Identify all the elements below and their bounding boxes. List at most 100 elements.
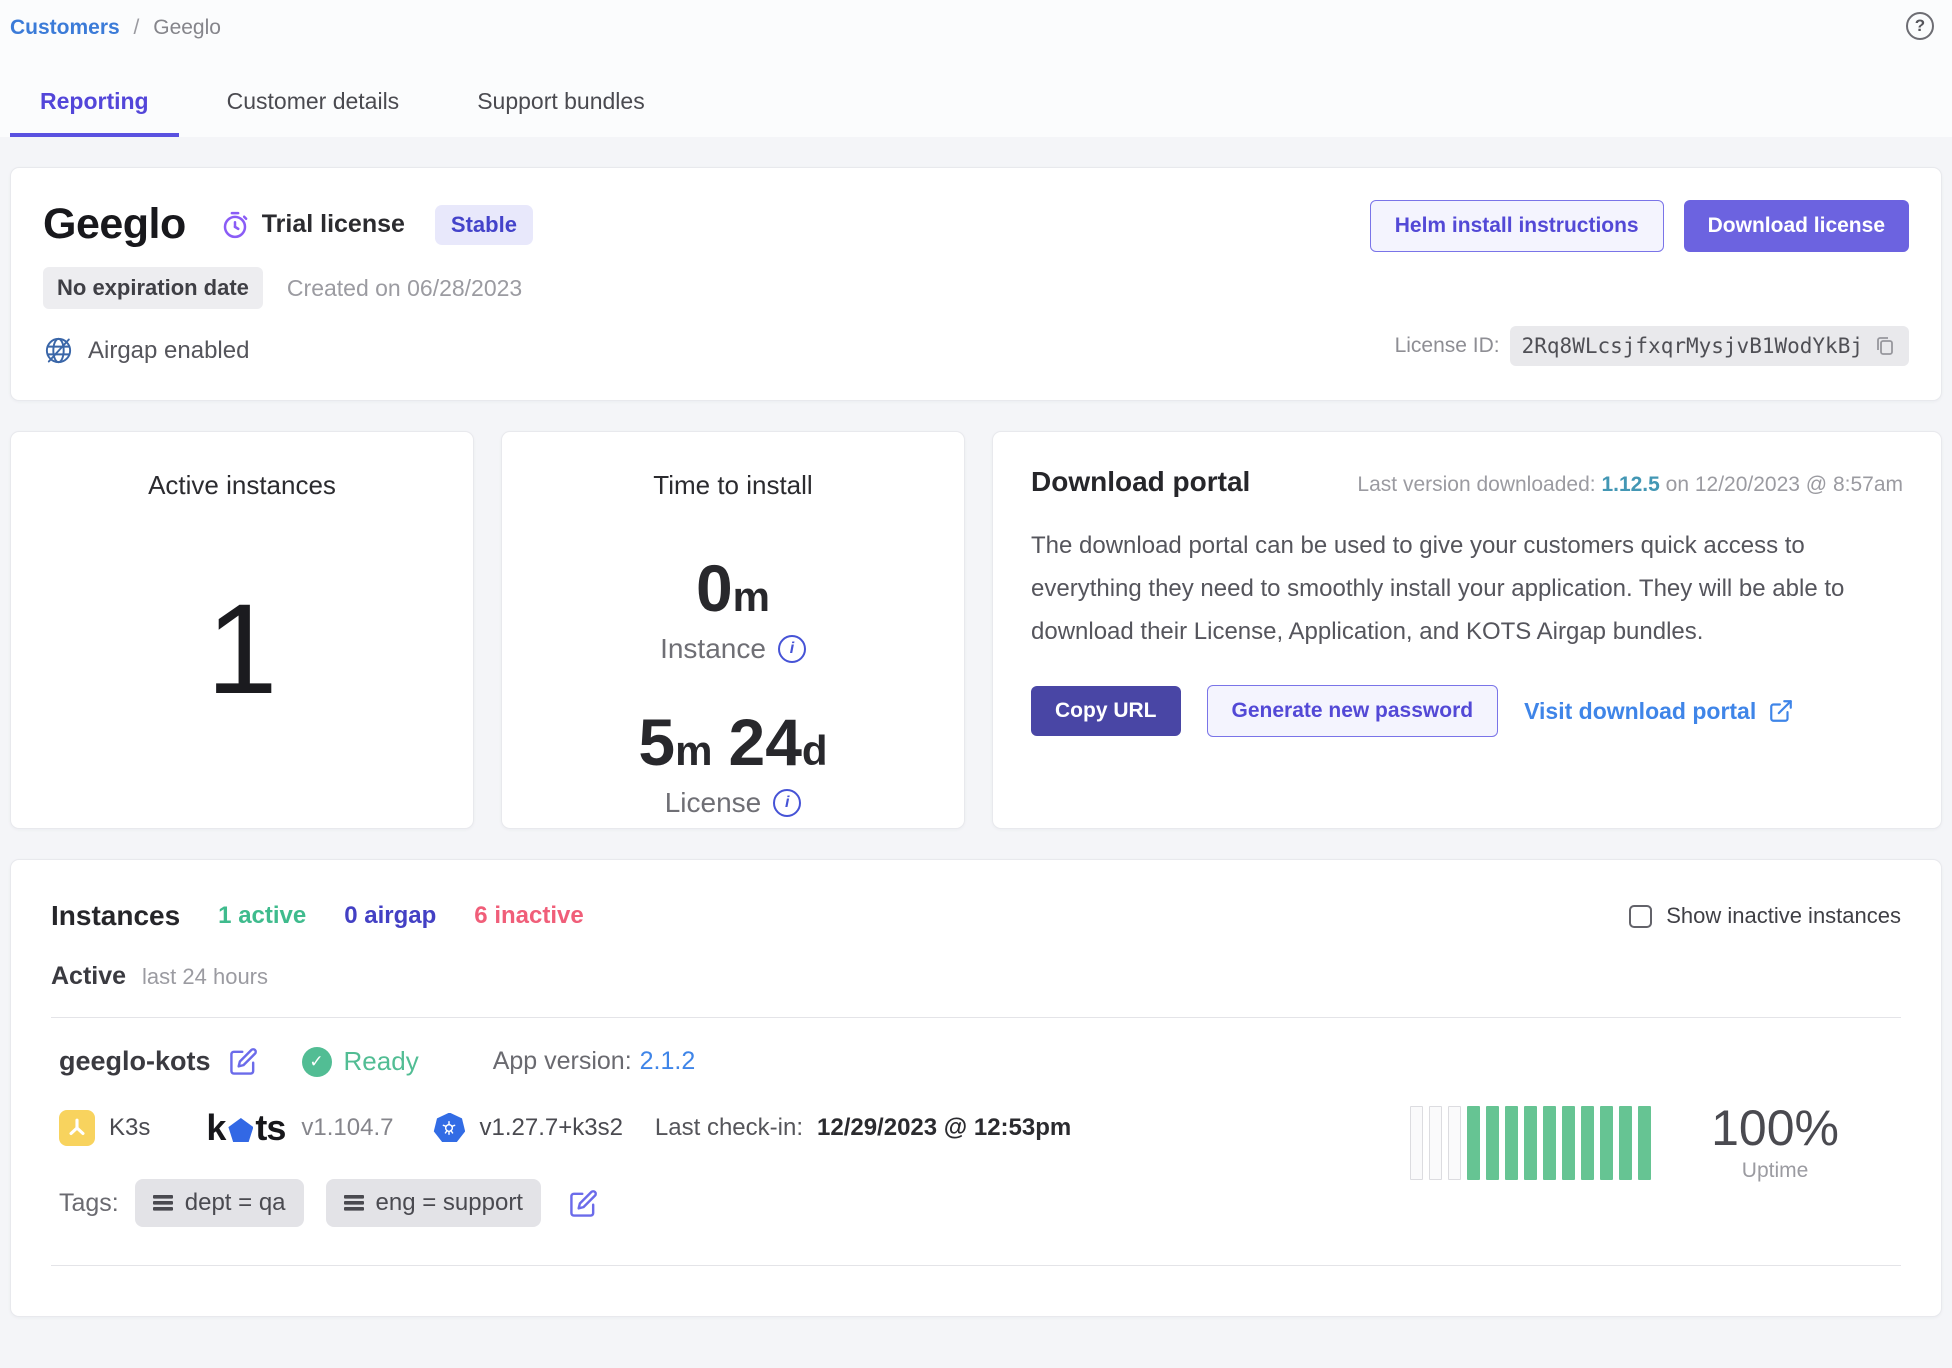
copy-icon[interactable] bbox=[1873, 334, 1897, 358]
edit-instance-name-icon[interactable] bbox=[229, 1047, 258, 1076]
active-instances-card: Active instances 1 bbox=[10, 431, 474, 829]
airgap-label: Airgap enabled bbox=[88, 337, 249, 365]
active-section-sublabel: last 24 hours bbox=[142, 964, 268, 990]
tag-pill: dept = qa bbox=[135, 1179, 304, 1227]
uptime-bar bbox=[1619, 1106, 1632, 1180]
divider bbox=[51, 1265, 1901, 1266]
trial-timer-icon bbox=[220, 210, 250, 240]
help-glyph: ? bbox=[1915, 16, 1925, 36]
license-info-icon[interactable]: i bbox=[773, 789, 801, 817]
breadcrumb: Customers / Geeglo bbox=[10, 14, 1942, 42]
instance-install-label: Instance bbox=[660, 633, 766, 665]
customer-actions: Helm install instructions Download licen… bbox=[1370, 200, 1909, 366]
uptime-bar bbox=[1543, 1106, 1556, 1180]
breadcrumb-separator: / bbox=[134, 16, 140, 39]
uptime-bar bbox=[1486, 1106, 1499, 1180]
help-icon[interactable]: ? bbox=[1906, 12, 1934, 40]
instance-install-time: 0m bbox=[696, 555, 770, 621]
license-id-value: 2Rq8WLcsjfxqrMysjvB1WodYkBj bbox=[1522, 334, 1863, 358]
instances-card: Instances 1 active 0 airgap 6 inactive S… bbox=[10, 859, 1942, 1317]
license-id-label: License ID: bbox=[1395, 334, 1500, 358]
download-portal-description: The download portal can be used to give … bbox=[1031, 524, 1901, 653]
kubernetes-icon bbox=[433, 1113, 465, 1144]
airgap-globe-icon bbox=[43, 335, 74, 366]
show-inactive-label: Show inactive instances bbox=[1666, 903, 1901, 929]
last-version-link[interactable]: 1.12.5 bbox=[1601, 473, 1659, 496]
download-license-button[interactable]: Download license bbox=[1684, 200, 1909, 252]
kots-pentagon-icon bbox=[228, 1118, 253, 1142]
instance-row: geeglo-kots ✓ Ready App version:2.1.2 bbox=[51, 1018, 1901, 1235]
app-version-link[interactable]: 2.1.2 bbox=[640, 1047, 696, 1075]
time-to-install-card: Time to install 0m Instance i 5m24d Lice… bbox=[501, 431, 965, 829]
active-count[interactable]: 1 active bbox=[218, 902, 306, 930]
page-header: Customers / Geeglo ? Reporting Customer … bbox=[0, 0, 1952, 137]
uptime-bar bbox=[1600, 1106, 1613, 1180]
breadcrumb-current: Geeglo bbox=[153, 16, 221, 39]
tag-pill: eng = support bbox=[326, 1179, 541, 1227]
active-instances-count: 1 bbox=[206, 501, 277, 828]
download-portal-title: Download portal bbox=[1031, 466, 1250, 498]
inactive-count[interactable]: 6 inactive bbox=[474, 902, 583, 930]
show-inactive-checkbox[interactable] bbox=[1629, 905, 1652, 928]
uptime-value: 100% bbox=[1711, 1102, 1839, 1155]
customer-name: Geeglo bbox=[43, 200, 186, 249]
breadcrumb-customers[interactable]: Customers bbox=[10, 16, 120, 39]
instance-status: ✓ Ready bbox=[302, 1046, 419, 1077]
uptime-bar bbox=[1410, 1106, 1423, 1180]
tag-lines-icon bbox=[344, 1193, 366, 1213]
kots-logo: kts bbox=[206, 1107, 285, 1149]
ready-check-icon: ✓ bbox=[302, 1047, 332, 1077]
tab-reporting[interactable]: Reporting bbox=[10, 86, 179, 137]
external-link-icon bbox=[1768, 698, 1794, 724]
channel-badge: Stable bbox=[435, 205, 533, 245]
tab-support-bundles[interactable]: Support bundles bbox=[447, 86, 675, 137]
distro-label: K3s bbox=[109, 1114, 150, 1142]
instances-title: Instances bbox=[51, 900, 180, 932]
copy-url-button[interactable]: Copy URL bbox=[1031, 686, 1181, 736]
helm-install-button[interactable]: Helm install instructions bbox=[1370, 200, 1664, 252]
active-section-label: Active bbox=[51, 962, 126, 991]
generate-password-button[interactable]: Generate new password bbox=[1207, 685, 1499, 737]
uptime-bars bbox=[1410, 1106, 1651, 1180]
tag-lines-icon bbox=[153, 1193, 175, 1213]
instance-info-icon[interactable]: i bbox=[778, 635, 806, 663]
active-instances-title: Active instances bbox=[148, 470, 336, 501]
show-inactive-toggle[interactable]: Show inactive instances bbox=[1629, 903, 1901, 929]
last-checkin-value: 12/29/2023 @ 12:53pm bbox=[817, 1114, 1071, 1142]
k8s-version: v1.27.7+k3s2 bbox=[479, 1114, 622, 1142]
last-version-downloaded: Last version downloaded: 1.12.5 on 12/20… bbox=[1357, 473, 1903, 497]
license-type: Trial license bbox=[220, 210, 405, 240]
uptime-block: 100% Uptime bbox=[1410, 1102, 1901, 1183]
uptime-bar bbox=[1581, 1106, 1594, 1180]
download-portal-card: Download portal Last version downloaded:… bbox=[992, 431, 1942, 829]
airgap-count[interactable]: 0 airgap bbox=[344, 902, 436, 930]
edit-tags-icon[interactable] bbox=[569, 1189, 598, 1218]
uptime-bar bbox=[1638, 1106, 1651, 1180]
stats-row: Active instances 1 Time to install 0m In… bbox=[10, 431, 1942, 829]
customer-card: Geeglo Trial license Stable No expiratio… bbox=[10, 167, 1942, 401]
app-version: App version:2.1.2 bbox=[493, 1047, 696, 1076]
license-install-time: 5m24d bbox=[638, 709, 827, 775]
kots-version: v1.104.7 bbox=[301, 1114, 393, 1142]
tags-label: Tags: bbox=[59, 1189, 119, 1218]
created-date: Created on 06/28/2023 bbox=[287, 275, 522, 302]
uptime-bar bbox=[1505, 1106, 1518, 1180]
uptime-bar bbox=[1467, 1106, 1480, 1180]
expiration-badge: No expiration date bbox=[43, 267, 263, 309]
uptime-bar bbox=[1429, 1106, 1442, 1180]
uptime-bar bbox=[1448, 1106, 1461, 1180]
ready-label: Ready bbox=[344, 1046, 419, 1077]
license-install-label: License bbox=[665, 787, 762, 819]
visit-download-portal-link[interactable]: Visit download portal bbox=[1524, 698, 1794, 725]
tab-bar: Reporting Customer details Support bundl… bbox=[10, 86, 1942, 137]
time-to-install-title: Time to install bbox=[653, 470, 812, 501]
k3s-icon bbox=[59, 1110, 95, 1146]
uptime-bar bbox=[1562, 1106, 1575, 1180]
last-checkin-label: Last check-in: bbox=[655, 1114, 803, 1142]
tab-customer-details[interactable]: Customer details bbox=[197, 86, 430, 137]
main-content: Geeglo Trial license Stable No expiratio… bbox=[0, 137, 1952, 1317]
customer-info: Geeglo Trial license Stable No expiratio… bbox=[43, 200, 533, 366]
license-type-label: Trial license bbox=[262, 210, 405, 239]
uptime-bar bbox=[1524, 1106, 1537, 1180]
license-id-pill[interactable]: 2Rq8WLcsjfxqrMysjvB1WodYkBj bbox=[1510, 326, 1909, 366]
